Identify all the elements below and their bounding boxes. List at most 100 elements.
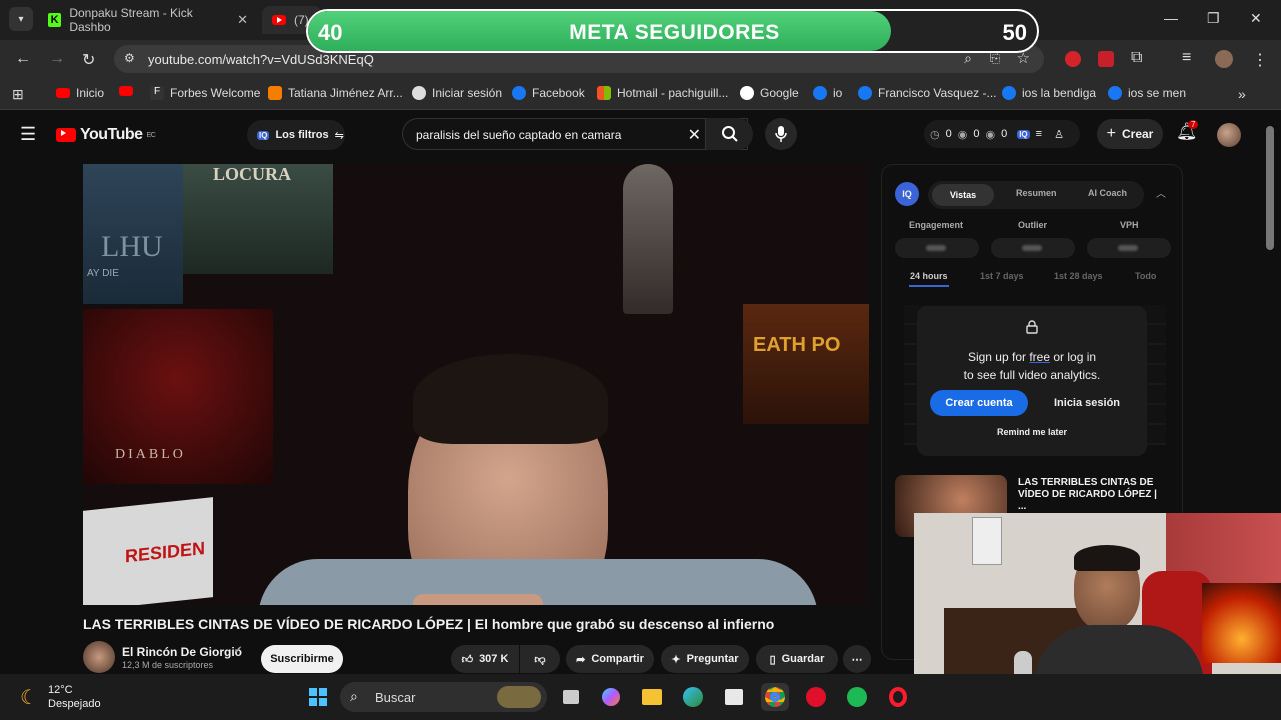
clear-search-icon[interactable]: ✕ <box>688 125 701 145</box>
bookmarks-bar: ⊞ Inicio F Forbes Welcome Tatiana Jiménez… <box>0 78 1281 110</box>
edge-icon[interactable] <box>679 683 707 711</box>
media-icon[interactable]: ≡ <box>1182 49 1191 67</box>
bookmark-hotmail[interactable]: Hotmail - pachiguill... <box>597 86 728 100</box>
subscriber-count: 12,3 M de suscriptores <box>122 660 214 670</box>
spotify-icon[interactable] <box>843 683 871 711</box>
bookmark-google[interactable]: Google <box>740 86 799 100</box>
app-red-icon[interactable] <box>802 683 830 711</box>
apps-icon[interactable]: ⊞ <box>12 86 24 103</box>
fireplace <box>1202 583 1281 663</box>
copilot-icon[interactable] <box>597 683 625 711</box>
taskbar: ☾ 12°C Despejado ⌕ Buscar <box>0 674 1281 720</box>
remind-later-link[interactable]: Remind me later <box>917 427 1147 437</box>
ask-button[interactable]: ✦ Preguntar <box>661 645 749 673</box>
save-button[interactable]: ▯ Guardar <box>756 645 838 673</box>
minimize-icon[interactable]: — <box>1164 10 1178 26</box>
channel-name[interactable]: El Rincón De Giorgio <box>122 645 242 659</box>
create-account-button[interactable]: Crear cuenta <box>930 390 1028 416</box>
bookmark-forbes[interactable]: F Forbes Welcome <box>150 86 260 100</box>
tab-resumen[interactable]: Resumen <box>1016 188 1057 198</box>
thumbs-down-icon: 👎︎ <box>534 653 546 666</box>
bookmark-inicio[interactable]: Inicio <box>56 86 104 100</box>
restore-icon[interactable]: ❐ <box>1207 10 1220 27</box>
notifications-button[interactable]: 🔔︎ 7 <box>1176 120 1202 148</box>
facebook-icon <box>813 86 827 100</box>
facebook-icon <box>1108 86 1122 100</box>
bookmark-youtube[interactable] <box>119 86 133 96</box>
file-explorer-icon[interactable] <box>638 683 666 711</box>
url-text[interactable]: youtube.com/watch?v=VdUSd3KNEqQ <box>148 52 374 67</box>
close-window-icon[interactable]: ✕ <box>1250 10 1262 27</box>
bookmark-iniciar-sesion[interactable]: Iniciar sesión <box>412 86 502 100</box>
vidiq-stats[interactable]: ◷ 0 ◉ 0 ◉ 0 IQ ≡ ♙ <box>924 120 1080 148</box>
tab-ai-coach[interactable]: AI Coach <box>1088 188 1127 198</box>
tab-vistas[interactable]: Vistas <box>932 184 994 206</box>
store-icon[interactable] <box>720 683 748 711</box>
chrome-icon[interactable] <box>761 683 789 711</box>
poster-right: EATH PO <box>743 304 869 424</box>
back-icon[interactable]: ← <box>15 50 31 68</box>
task-view-icon[interactable] <box>557 683 585 711</box>
tab-kick-dashboard[interactable]: K Donpaku Stream - Kick Dashbo ✕ <box>38 6 258 34</box>
plus-icon: + <box>1106 125 1116 142</box>
create-button[interactable]: + Crear <box>1097 119 1163 149</box>
clock-icon: ◷ <box>930 128 940 141</box>
filters-button[interactable]: IQ Los filtros ⇋ <box>247 120 345 150</box>
start-button[interactable] <box>304 683 332 711</box>
channel-avatar[interactable] <box>83 641 115 673</box>
mic-icon <box>775 126 787 142</box>
share-icon: ➦ <box>576 653 586 666</box>
menu-icon[interactable]: ⋮ <box>1252 50 1268 70</box>
close-tab-icon[interactable]: ✕ <box>237 12 248 28</box>
channel-row: El Rincón De Giorgio ✔ 12,3 M de suscrip… <box>83 640 873 676</box>
extension-red-icon[interactable] <box>1065 51 1081 67</box>
verified-icon: ✔ <box>234 645 243 656</box>
page-scrollbar[interactable] <box>1266 126 1274 250</box>
bookmark-francisco[interactable]: Francisco Vasquez -... <box>858 86 997 100</box>
share-button[interactable]: ➦ Compartir <box>566 645 654 673</box>
like-button[interactable]: 👍︎ 307 K <box>451 645 519 673</box>
weather-widget[interactable]: ☾ 12°C Despejado <box>18 682 108 714</box>
login-button[interactable]: Inicia sesión <box>1039 390 1135 416</box>
voice-search-button[interactable] <box>765 118 797 150</box>
trophy-icon: ♙ <box>1054 128 1064 141</box>
youtube-logo[interactable]: YouTube EC <box>56 126 156 144</box>
bookmark-tatiana[interactable]: Tatiana Jiménez Arr... <box>268 86 403 100</box>
search-button[interactable] <box>705 118 753 150</box>
youtube-icon <box>56 128 76 142</box>
free-link[interactable]: free <box>1029 350 1050 364</box>
range-todo[interactable]: Todo <box>1135 271 1156 281</box>
profile-avatar[interactable] <box>1215 50 1233 68</box>
steam-icon <box>412 86 426 100</box>
presenter-hair <box>413 354 608 444</box>
subscribe-button[interactable]: Suscribirme <box>261 645 343 673</box>
hamburger-menu-icon[interactable]: ☰ <box>20 124 36 145</box>
extensions-icon[interactable]: ⧉ <box>1131 49 1142 67</box>
extension-badge-icon[interactable] <box>1098 51 1114 67</box>
dislike-button[interactable]: 👎︎ <box>520 645 560 673</box>
bookmark-icon: ▯ <box>769 653 776 666</box>
tab-list-button[interactable]: ▾ <box>9 7 33 31</box>
moon-icon: ☾ <box>20 687 38 709</box>
ghost-figure <box>623 164 673 314</box>
site-settings-icon[interactable]: ⚙ <box>124 51 135 65</box>
reload-icon[interactable]: ↻ <box>82 50 95 70</box>
range-28-days[interactable]: 1st 28 days <box>1054 271 1103 281</box>
opera-icon[interactable] <box>884 683 912 711</box>
bookmark-ios-se-men[interactable]: ios se men <box>1108 86 1186 100</box>
more-bookmarks-icon[interactable]: » <box>1238 86 1246 102</box>
taskbar-search[interactable]: ⌕ Buscar <box>340 682 547 712</box>
forward-icon[interactable]: → <box>49 50 65 68</box>
collapse-icon[interactable]: ︿ <box>1156 185 1166 200</box>
range-7-days[interactable]: 1st 7 days <box>980 271 1024 281</box>
video-title: LAS TERRIBLES CINTAS DE VÍDEO DE RICARDO… <box>83 616 775 632</box>
bookmark-facebook[interactable]: Facebook <box>512 86 585 100</box>
bookmark-io[interactable]: io <box>813 86 842 100</box>
range-24-hours[interactable]: 24 hours <box>910 271 948 281</box>
avatar[interactable] <box>1217 123 1241 147</box>
lock-icon <box>1026 320 1038 334</box>
bookmark-ios-la-bendiga[interactable]: ios la bendiga <box>1002 86 1096 100</box>
more-actions-button[interactable]: ⋯ <box>843 645 871 673</box>
video-player[interactable]: LHU AY DIE LOCURA DIABLO RESIDEN EATH PO <box>83 164 869 605</box>
search-input[interactable]: paralisis del sueño captado en camara ✕ <box>402 118 748 150</box>
